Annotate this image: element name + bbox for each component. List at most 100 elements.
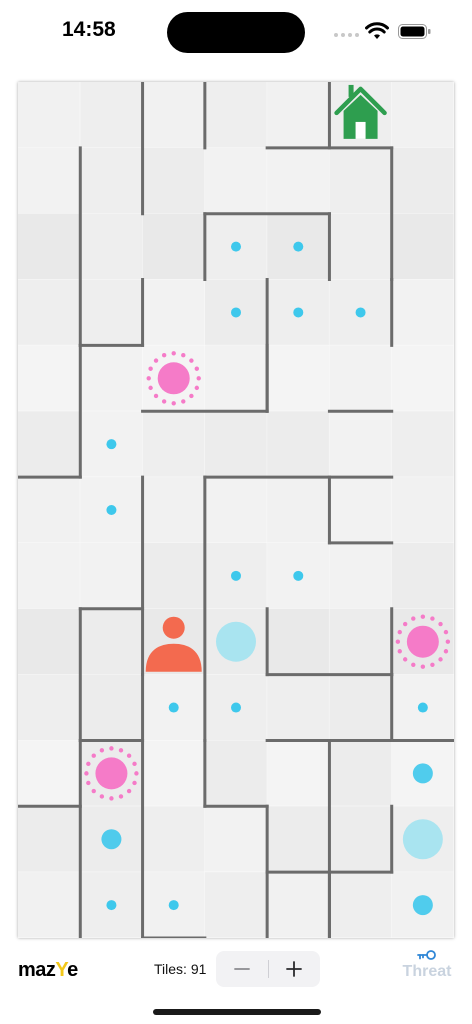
pellet-dot [168,900,179,911]
maze-tile[interactable] [267,674,330,741]
maze-tile[interactable] [329,674,392,741]
maze-tile[interactable] [80,82,143,148]
maze-tile[interactable] [391,213,454,280]
maze-tile[interactable] [267,345,330,412]
maze-tile[interactable] [142,477,205,543]
maze-tile[interactable] [18,608,81,675]
signal-icon [334,33,360,39]
maze-tile[interactable] [267,740,330,807]
maze-tile[interactable] [80,147,143,214]
maze-tile[interactable] [18,674,81,741]
maze-tile[interactable] [204,806,268,873]
maze-tile[interactable] [391,279,454,346]
maze-tile[interactable] [142,411,205,478]
hazard-spike [397,649,402,654]
maze-tile[interactable] [204,147,268,214]
pellet-dot [106,900,117,911]
maze-tile[interactable] [18,213,81,280]
maze-tile[interactable] [329,213,392,280]
maze-tile[interactable] [329,542,392,609]
maze-tile[interactable] [142,279,205,346]
maze-tile[interactable] [329,872,392,938]
hazard-spike [402,657,408,662]
maze-tile[interactable] [142,806,205,873]
maze-tile[interactable] [329,477,392,543]
maze-tile[interactable] [142,213,205,280]
decrease-tiles-button[interactable] [216,951,268,987]
hazard-spike [438,621,443,627]
maze-tile[interactable] [267,82,330,148]
pellet-dot [231,570,241,581]
maze-tile[interactable] [267,806,330,873]
maze-tile[interactable] [80,674,143,741]
threat-button[interactable]: Threat [398,947,456,987]
maze-tile[interactable] [18,345,81,412]
maze-tile[interactable] [142,740,205,807]
maze-tile[interactable] [267,411,330,478]
maze-tile[interactable] [18,411,81,478]
pellet-dot [417,702,428,713]
hazard-spike [443,649,449,654]
maze-tile[interactable] [204,411,268,478]
hazard-spike [445,639,451,644]
maze-tile[interactable] [391,82,454,148]
maze-tile[interactable] [391,411,454,478]
maze-tile[interactable] [204,345,268,412]
maze-tile[interactable] [18,147,81,214]
maze-tile[interactable] [142,147,205,214]
maze-tile[interactable] [267,147,330,214]
key-icon [417,950,436,960]
maze-tile[interactable] [142,542,205,609]
maze-tile[interactable] [204,477,268,543]
maze-tile[interactable] [80,213,143,280]
maze-tile[interactable] [80,542,143,609]
maze-tile[interactable] [329,740,392,807]
tiles-stepper[interactable] [216,951,320,987]
maze-tile[interactable] [267,608,330,675]
hazard-spike [161,353,167,358]
maze-tile[interactable] [391,542,454,609]
maze-tile[interactable] [80,608,143,675]
maze-tile[interactable] [391,477,454,543]
maze-tile[interactable] [204,82,268,148]
maze-tile[interactable] [329,345,392,412]
hazard-spike [153,393,159,399]
game-screen: 14:58 mazYe Tiles: 91 Threat [0,0,472,1024]
hazard-spike [148,385,153,391]
maze-tile[interactable] [329,147,392,214]
maze-tile[interactable] [18,806,81,873]
maze-tile[interactable] [329,411,392,478]
maze-tile[interactable] [204,872,268,938]
hazard-core [157,362,190,395]
maze-tile[interactable] [18,477,81,543]
hazard-spike [194,385,200,391]
maze-tile[interactable] [80,345,143,412]
maze-tile[interactable] [267,477,330,543]
maze-tile[interactable] [80,279,143,346]
maze-tile[interactable] [18,279,81,346]
maze-tile[interactable] [142,82,205,148]
maze-tile[interactable] [18,740,81,807]
hazard-spike [397,629,402,635]
maze-tile[interactable] [391,345,454,412]
status-time: 14:58 [62,18,116,41]
hazard-spike [132,761,137,767]
hazard-spike [146,376,151,381]
maze-tile[interactable] [204,740,268,807]
hazard-spike [109,796,114,801]
maze-tile[interactable] [329,608,392,675]
plus-icon [286,961,302,977]
maze-tile[interactable] [18,542,81,609]
pellet-dot [231,702,241,713]
increase-tiles-button[interactable] [268,951,320,987]
maze-tile[interactable] [329,806,392,873]
maze-tile[interactable] [391,147,454,214]
maze-board[interactable] [18,82,454,938]
pellet-dot [106,505,117,515]
maze-tile[interactable] [267,872,330,938]
hazard-spike [109,746,114,751]
pellet-dot [293,570,304,581]
power-orb [216,621,256,662]
maze-tile[interactable] [18,872,81,938]
maze-tile[interactable] [18,82,81,148]
